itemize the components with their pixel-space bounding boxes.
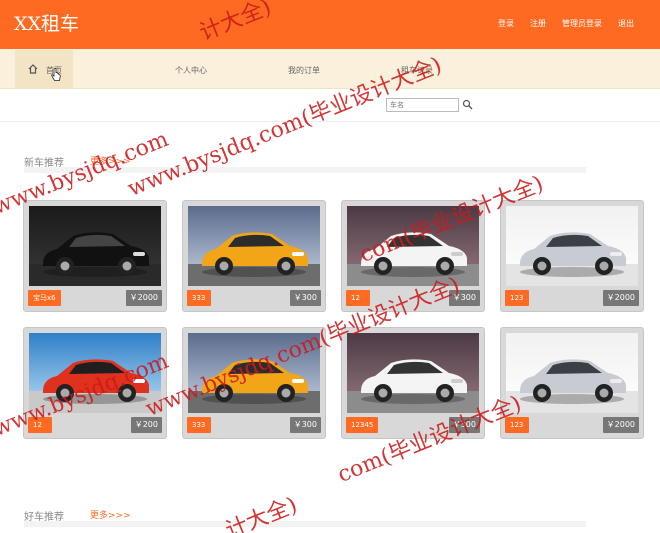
register-link[interactable]: 注册 (530, 18, 546, 29)
top-links: 登录 注册 管理员登录 退出 (498, 18, 634, 29)
car-card[interactable]: 12345 ￥300 (341, 327, 485, 439)
hand-cursor-icon (51, 68, 61, 81)
divider (0, 121, 660, 122)
car-name: 宝马x6 (28, 290, 61, 306)
nav-item-rental-records[interactable]: 租车记录 (401, 65, 433, 76)
car-name: 12345 (346, 417, 379, 433)
car-image (188, 206, 320, 286)
car-photo (29, 206, 161, 286)
nav-item-personal-center[interactable]: 个人中心 (175, 65, 207, 76)
car-image (506, 333, 638, 413)
car-price: ￥300 (289, 290, 321, 306)
car-card[interactable]: 123 ￥2000 (500, 327, 644, 439)
car-photo (29, 333, 161, 413)
car-price: ￥2000 (125, 290, 162, 306)
car-card[interactable]: 宝马x6 ￥2000 (23, 200, 167, 312)
nav-item-home[interactable]: 首页 (15, 50, 73, 88)
login-link[interactable]: 登录 (498, 18, 514, 29)
logout-link[interactable]: 退出 (618, 18, 634, 29)
site-logo[interactable]: XX租车 (14, 9, 79, 36)
admin-login-link[interactable]: 管理员登录 (562, 18, 602, 29)
car-price: ￥300 (448, 417, 480, 433)
car-name: 12 (346, 290, 370, 306)
car-photo (188, 206, 320, 286)
section-divider (24, 521, 586, 527)
car-image (29, 206, 161, 286)
car-name: 123 (505, 290, 529, 306)
car-image (188, 333, 320, 413)
main-nav: 首页 个人中心 我的订单 租车记录 (0, 49, 660, 89)
home-icon (28, 64, 38, 74)
search-icon[interactable] (462, 99, 473, 110)
car-name: 123 (505, 417, 529, 433)
car-photo (506, 333, 638, 413)
car-photo (347, 206, 479, 286)
more-good-cars-link[interactable]: 更多>>> (90, 508, 131, 521)
car-image (347, 206, 479, 286)
nav-item-my-orders[interactable]: 我的订单 (288, 65, 320, 76)
header-bar: XX租车 登录 注册 管理员登录 退出 (0, 0, 660, 49)
car-price: ￥300 (289, 417, 321, 433)
car-card[interactable]: 123 ￥2000 (500, 200, 644, 312)
car-name: 333 (187, 417, 211, 433)
car-image (347, 333, 479, 413)
car-card[interactable]: 12 ￥200 (23, 327, 167, 439)
car-price: ￥300 (448, 290, 480, 306)
car-price: ￥200 (130, 417, 162, 433)
car-price: ￥2000 (602, 417, 639, 433)
car-name: 12 (28, 417, 52, 433)
car-price: ￥2000 (602, 290, 639, 306)
section-divider (24, 167, 586, 173)
car-card[interactable]: 12 ￥300 (341, 200, 485, 312)
car-image (506, 206, 638, 286)
car-image (29, 333, 161, 413)
car-name: 333 (187, 290, 211, 306)
car-card[interactable]: 333 ￥300 (182, 327, 326, 439)
car-photo (347, 333, 479, 413)
car-photo (506, 206, 638, 286)
more-new-cars-link[interactable]: 更多>>> (90, 154, 131, 167)
car-photo (188, 333, 320, 413)
search-input[interactable] (386, 98, 459, 112)
car-card[interactable]: 333 ￥300 (182, 200, 326, 312)
